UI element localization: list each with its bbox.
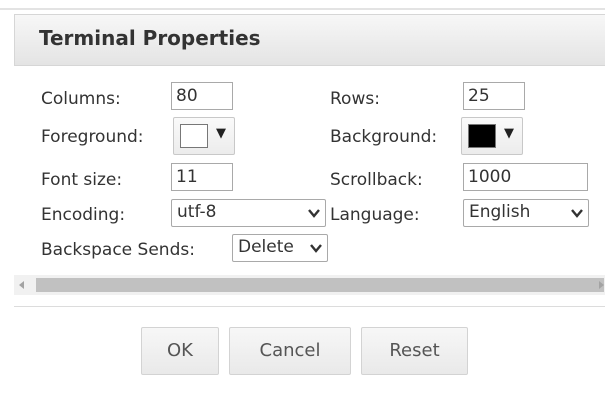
dropdown-arrow-icon: ▼ [504, 126, 514, 141]
dialog-titlebar[interactable]: Terminal Properties [14, 14, 605, 66]
language-select[interactable]: English [463, 199, 589, 227]
scrollbar-thumb[interactable] [36, 278, 604, 292]
font-size-input[interactable]: 11 [171, 163, 233, 191]
scrollback-label: Scrollback: [330, 170, 423, 190]
foreground-color-picker[interactable]: ▼ [173, 117, 235, 155]
reset-button[interactable]: Reset [361, 327, 468, 375]
backspace-sends-select[interactable]: Delete [232, 234, 328, 262]
dialog-title: Terminal Properties [39, 26, 261, 50]
dropdown-arrow-icon: ▼ [216, 126, 226, 141]
backspace-sends-label: Backspace Sends: [41, 240, 195, 260]
divider [14, 306, 605, 307]
horizontal-scrollbar[interactable] [14, 275, 605, 295]
encoding-value: utf-8 [177, 202, 217, 222]
language-label: Language: [330, 205, 420, 225]
chevron-down-icon [308, 209, 320, 218]
background-label: Background: [330, 127, 438, 147]
chevron-down-icon [310, 244, 322, 253]
ok-button[interactable]: OK [141, 327, 219, 375]
cancel-button[interactable]: Cancel [229, 327, 351, 375]
columns-input[interactable]: 80 [171, 82, 233, 110]
rows-label: Rows: [330, 89, 380, 109]
background-color-picker[interactable]: ▼ [461, 117, 523, 155]
chevron-down-icon [571, 209, 583, 218]
scroll-left-icon[interactable] [19, 281, 24, 289]
encoding-label: Encoding: [41, 205, 126, 225]
language-value: English [469, 202, 531, 222]
font-size-label: Font size: [41, 170, 123, 190]
foreground-swatch [180, 124, 208, 148]
columns-label: Columns: [41, 89, 121, 109]
rows-input[interactable]: 25 [463, 82, 525, 110]
background-swatch [468, 124, 496, 148]
backspace-sends-value: Delete [238, 237, 294, 257]
encoding-select[interactable]: utf-8 [171, 199, 326, 227]
scrollback-input[interactable]: 1000 [463, 163, 588, 191]
top-border [0, 8, 605, 10]
foreground-label: Foreground: [41, 127, 144, 147]
scroll-right-icon[interactable] [599, 281, 604, 289]
terminal-properties-dialog: Terminal Properties Columns: 80 Rows: 25… [0, 0, 605, 399]
